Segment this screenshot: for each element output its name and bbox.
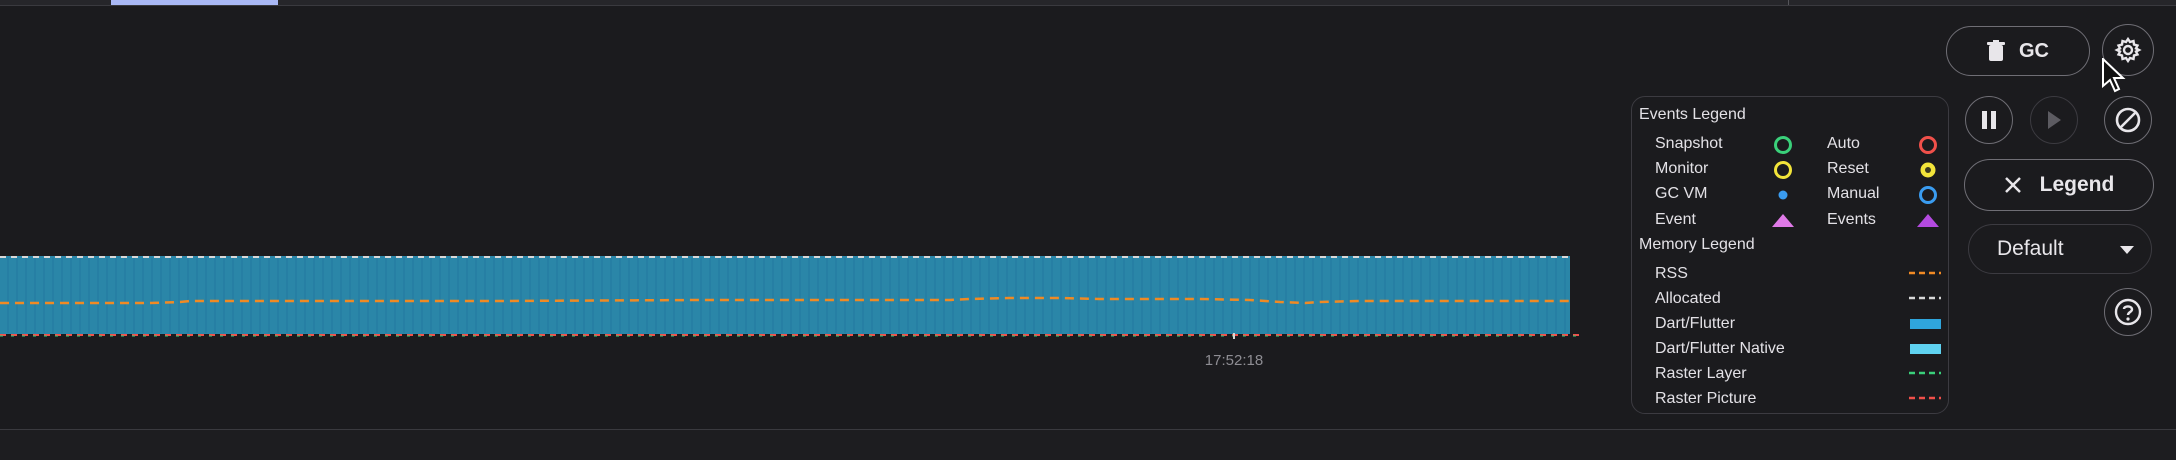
bottom-panel-edge: [0, 429, 2176, 460]
time-tick-label: 17:52:18: [1205, 352, 1263, 369]
memory-legend-title: Memory Legend: [1639, 236, 1755, 253]
close-icon: [2004, 177, 2021, 193]
events-marker-icon: [1917, 214, 1939, 227]
legend-label-raster-picture: Raster Picture: [1655, 390, 1757, 407]
pause-icon: [1982, 111, 1996, 129]
legend-label-dart-flutter-native: Dart/Flutter Native: [1655, 340, 1785, 357]
dart-flutter-native-bar-icon: [1910, 344, 1941, 354]
legend-label-reset: Reset: [1827, 160, 1869, 177]
mouse-cursor-icon: [2102, 58, 2126, 93]
legend-label-rss: RSS: [1655, 265, 1688, 282]
clear-icon: [2115, 107, 2141, 133]
monitor-marker-icon: [1774, 161, 1792, 179]
gc-vm-marker-icon: [1778, 190, 1788, 200]
rss-line-icon: [1909, 271, 1941, 275]
legend-label-event: Event: [1655, 211, 1696, 228]
auto-marker-icon: [1919, 136, 1937, 154]
gc-button[interactable]: GC: [1946, 26, 2090, 76]
tab-bar-divider: [1788, 0, 1789, 5]
dart-flutter-bar-icon: [1910, 319, 1941, 329]
help-icon: [2114, 298, 2142, 326]
gc-button-label: GC: [2019, 39, 2049, 62]
dropdown-arrow-icon: [2120, 246, 2134, 254]
legend-toggle-label: Legend: [2039, 173, 2115, 196]
memory-chart[interactable]: 17:52:18: [0, 0, 1600, 380]
legend-label-snapshot: Snapshot: [1655, 135, 1723, 152]
help-button[interactable]: [2104, 288, 2152, 336]
event-marker-icon: [1772, 214, 1794, 227]
legend-label-gc-vm: GC VM: [1655, 185, 1708, 202]
play-icon: [2048, 111, 2061, 129]
pause-button[interactable]: [1965, 96, 2013, 144]
raster-layer-line-icon: [1909, 371, 1941, 375]
chart-interval-dropdown[interactable]: Default: [1968, 224, 2152, 274]
legend-label-dart-flutter: Dart/Flutter: [1655, 315, 1736, 332]
manual-marker-icon: [1919, 186, 1937, 204]
clear-button[interactable]: [2104, 96, 2152, 144]
legend-label-raster-layer: Raster Layer: [1655, 365, 1747, 382]
resume-button[interactable]: [2030, 96, 2078, 144]
reset-marker-icon: [1920, 162, 1936, 178]
raster-picture-line-icon: [1909, 396, 1941, 400]
legend-label-events: Events: [1827, 211, 1876, 228]
legend-label-auto: Auto: [1827, 135, 1860, 152]
snapshot-marker-icon: [1774, 136, 1792, 154]
allocated-line-icon: [1909, 296, 1941, 300]
memory-area-fill: [0, 256, 1570, 334]
trash-icon: [1987, 40, 2005, 61]
dropdown-value: Default: [1997, 237, 2064, 260]
legend-toggle-button[interactable]: Legend: [1964, 159, 2154, 211]
legend-label-monitor: Monitor: [1655, 160, 1709, 177]
legend-panel: Events Legend Snapshot Auto Monitor Rese…: [1631, 96, 1949, 414]
legend-label-manual: Manual: [1827, 185, 1880, 202]
events-legend-title: Events Legend: [1639, 106, 1746, 123]
legend-label-allocated: Allocated: [1655, 290, 1721, 307]
